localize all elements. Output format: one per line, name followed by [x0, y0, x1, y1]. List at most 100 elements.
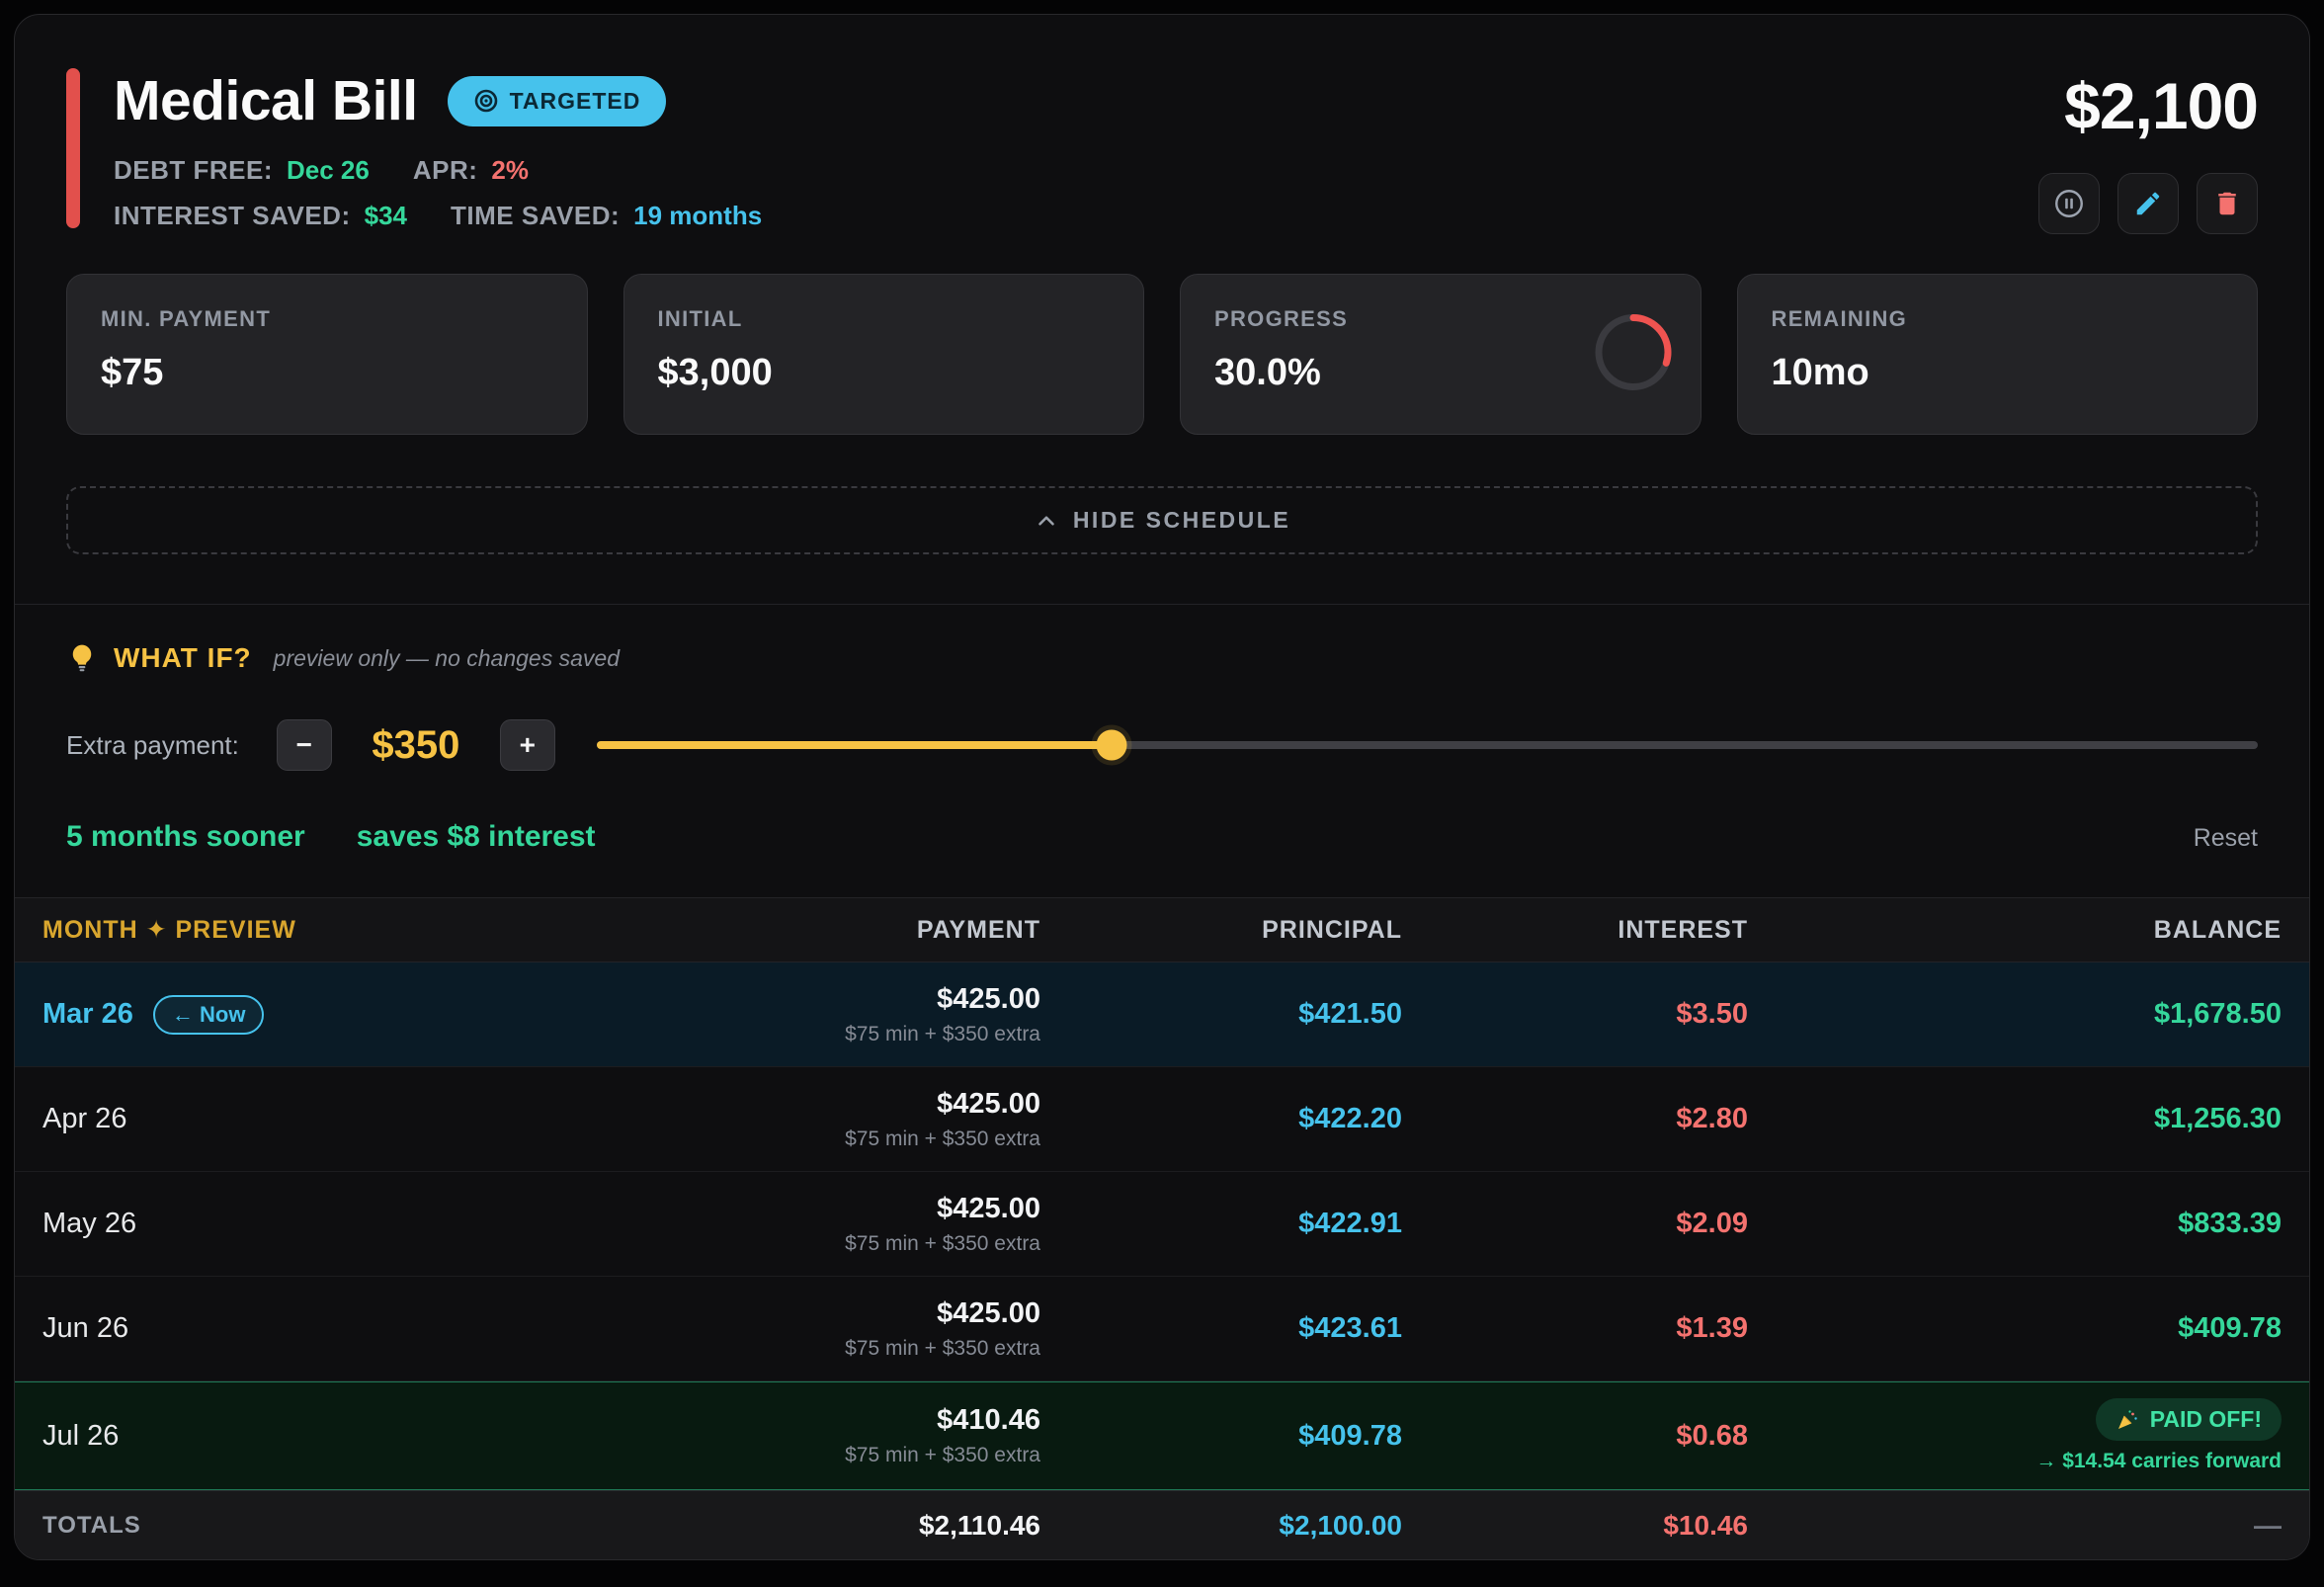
payment-amount: $425.00 [625, 1297, 1040, 1330]
table-header-row: MONTH ✦ PREVIEW PAYMENT PRINCIPAL INTERE… [15, 897, 2309, 962]
edit-button[interactable] [2117, 173, 2179, 234]
interest-savings-text: saves $8 interest [357, 820, 596, 854]
balance-value: $1,256.30 [1748, 1103, 2282, 1135]
header: Medical Bill TARGETED DEBT FREE: Dec 26 … [15, 15, 2309, 234]
debt-free-label: DEBT FREE: [114, 155, 273, 186]
apr-label: APR: [413, 155, 478, 186]
now-badge: ← Now [153, 995, 265, 1035]
totals-balance: — [1748, 1510, 2282, 1542]
payment-breakdown: $75 min + $350 extra [625, 1023, 1040, 1046]
stat-card-progress: PROGRESS 30.0% [1180, 274, 1702, 435]
delete-button[interactable] [2197, 173, 2258, 234]
principal-value: $423.61 [1040, 1312, 1402, 1345]
targeted-badge: TARGETED [448, 76, 667, 126]
month-label: Jul 26 [42, 1420, 119, 1453]
progress-ring [1592, 310, 1675, 398]
interest-value: $0.68 [1402, 1420, 1748, 1453]
months-sooner-text: 5 months sooner [66, 820, 305, 854]
paid-off-badge: PAID OFF! [2096, 1398, 2282, 1441]
balance-value: $1,678.50 [1748, 998, 2282, 1031]
hide-schedule-label: HIDE SCHEDULE [1073, 507, 1290, 534]
trash-icon [2212, 189, 2242, 218]
debt-free-line: DEBT FREE: Dec 26 APR: 2% [114, 155, 762, 186]
column-header-interest: INTEREST [1402, 916, 1748, 945]
principal-value: $422.20 [1040, 1103, 1402, 1135]
debt-detail-card: Medical Bill TARGETED DEBT FREE: Dec 26 … [14, 14, 2310, 1560]
principal-value: $421.50 [1040, 998, 1402, 1031]
table-row: May 26 $425.00 $75 min + $350 extra $422… [15, 1172, 2309, 1277]
table-row: Jul 26 $410.46 $75 min + $350 extra $409… [15, 1381, 2309, 1490]
stat-cards: MIN. PAYMENT $75 INITIAL $3,000 PROGRESS… [66, 274, 2258, 435]
stat-label: REMAINING [1772, 306, 2224, 332]
totals-row: TOTALS $2,110.46 $2,100.00 $10.46 — [15, 1490, 2309, 1559]
column-header-payment: PAYMENT [625, 916, 1040, 945]
interest-value: $3.50 [1402, 998, 1748, 1031]
totals-principal: $2,100.00 [1040, 1510, 1402, 1542]
payment-amount: $425.00 [625, 1088, 1040, 1121]
column-header-balance: BALANCE [1748, 916, 2282, 945]
column-header-principal: PRINCIPAL [1040, 916, 1402, 945]
pause-icon [2052, 187, 2086, 220]
extra-payment-value: $350 [332, 723, 500, 768]
balance-value: $409.78 [1748, 1312, 2282, 1345]
pause-button[interactable] [2038, 173, 2100, 234]
accent-bar [66, 68, 80, 228]
payment-amount: $425.00 [625, 1193, 1040, 1225]
savings-line: INTEREST SAVED: $34 TIME SAVED: 19 month… [114, 201, 762, 231]
interest-value: $2.80 [1402, 1103, 1748, 1135]
totals-label: TOTALS [42, 1512, 625, 1540]
stat-value: $3,000 [658, 352, 1111, 394]
light-bulb-icon [66, 642, 98, 674]
stat-card-initial: INITIAL $3,000 [623, 274, 1145, 435]
stat-value: $75 [101, 352, 553, 394]
payment-amount: $425.00 [625, 983, 1040, 1016]
extra-payment-increase-button[interactable]: + [500, 719, 555, 771]
table-row: Jun 26 $425.00 $75 min + $350 extra $423… [15, 1277, 2309, 1381]
balance-value: $833.39 [1748, 1208, 2282, 1240]
month-label: Jun 26 [42, 1312, 128, 1345]
time-saved-value: 19 months [633, 201, 762, 231]
target-icon [473, 88, 499, 114]
edit-icon [2133, 189, 2163, 218]
month-label: May 26 [42, 1208, 136, 1240]
stat-label: MIN. PAYMENT [101, 306, 553, 332]
interest-saved-value: $34 [365, 201, 407, 231]
stat-card-remaining: REMAINING 10mo [1737, 274, 2259, 435]
payment-breakdown: $75 min + $350 extra [625, 1232, 1040, 1256]
stat-value: 10mo [1772, 352, 2224, 394]
principal-value: $422.91 [1040, 1208, 1402, 1240]
payment-breakdown: $75 min + $350 extra [625, 1337, 1040, 1361]
extra-payment-label: Extra payment: [66, 730, 239, 761]
apr-value: 2% [491, 155, 529, 186]
extra-payment-slider[interactable] [597, 729, 2258, 761]
what-if-title: WHAT IF? [114, 642, 252, 674]
interest-value: $2.09 [1402, 1208, 1748, 1240]
interest-saved-label: INTEREST SAVED: [114, 201, 351, 231]
payment-amount: $410.46 [625, 1404, 1040, 1437]
interest-value: $1.39 [1402, 1312, 1748, 1345]
what-if-subtitle: preview only — no changes saved [274, 645, 620, 672]
targeted-badge-label: TARGETED [510, 88, 641, 115]
chevron-up-icon [1034, 508, 1059, 534]
debt-free-value: Dec 26 [287, 155, 370, 186]
stat-card-min-payment: MIN. PAYMENT $75 [66, 274, 588, 435]
time-saved-label: TIME SAVED: [451, 201, 620, 231]
month-label: Mar 26 [42, 998, 133, 1031]
principal-value: $409.78 [1040, 1420, 1402, 1453]
what-if-section: WHAT IF? preview only — no changes saved… [15, 604, 2309, 897]
party-popper-icon [2116, 1408, 2139, 1432]
paid-off-label: PAID OFF! [2150, 1406, 2262, 1433]
page-title: Medical Bill [114, 68, 418, 133]
month-label: Apr 26 [42, 1103, 126, 1135]
slider-thumb[interactable] [1097, 730, 1127, 761]
extra-payment-decrease-button[interactable]: − [277, 719, 332, 771]
stat-label: INITIAL [658, 306, 1111, 332]
totals-interest: $10.46 [1402, 1510, 1748, 1542]
payment-breakdown: $75 min + $350 extra [625, 1128, 1040, 1151]
schedule-table: MONTH ✦ PREVIEW PAYMENT PRINCIPAL INTERE… [15, 897, 2309, 1559]
column-header-month: MONTH ✦ PREVIEW [42, 915, 625, 945]
slider-fill [597, 741, 1112, 749]
table-row: Mar 26 ← Now $425.00 $75 min + $350 extr… [15, 962, 2309, 1067]
hide-schedule-button[interactable]: HIDE SCHEDULE [66, 486, 2258, 554]
reset-button[interactable]: Reset [2194, 824, 2258, 853]
